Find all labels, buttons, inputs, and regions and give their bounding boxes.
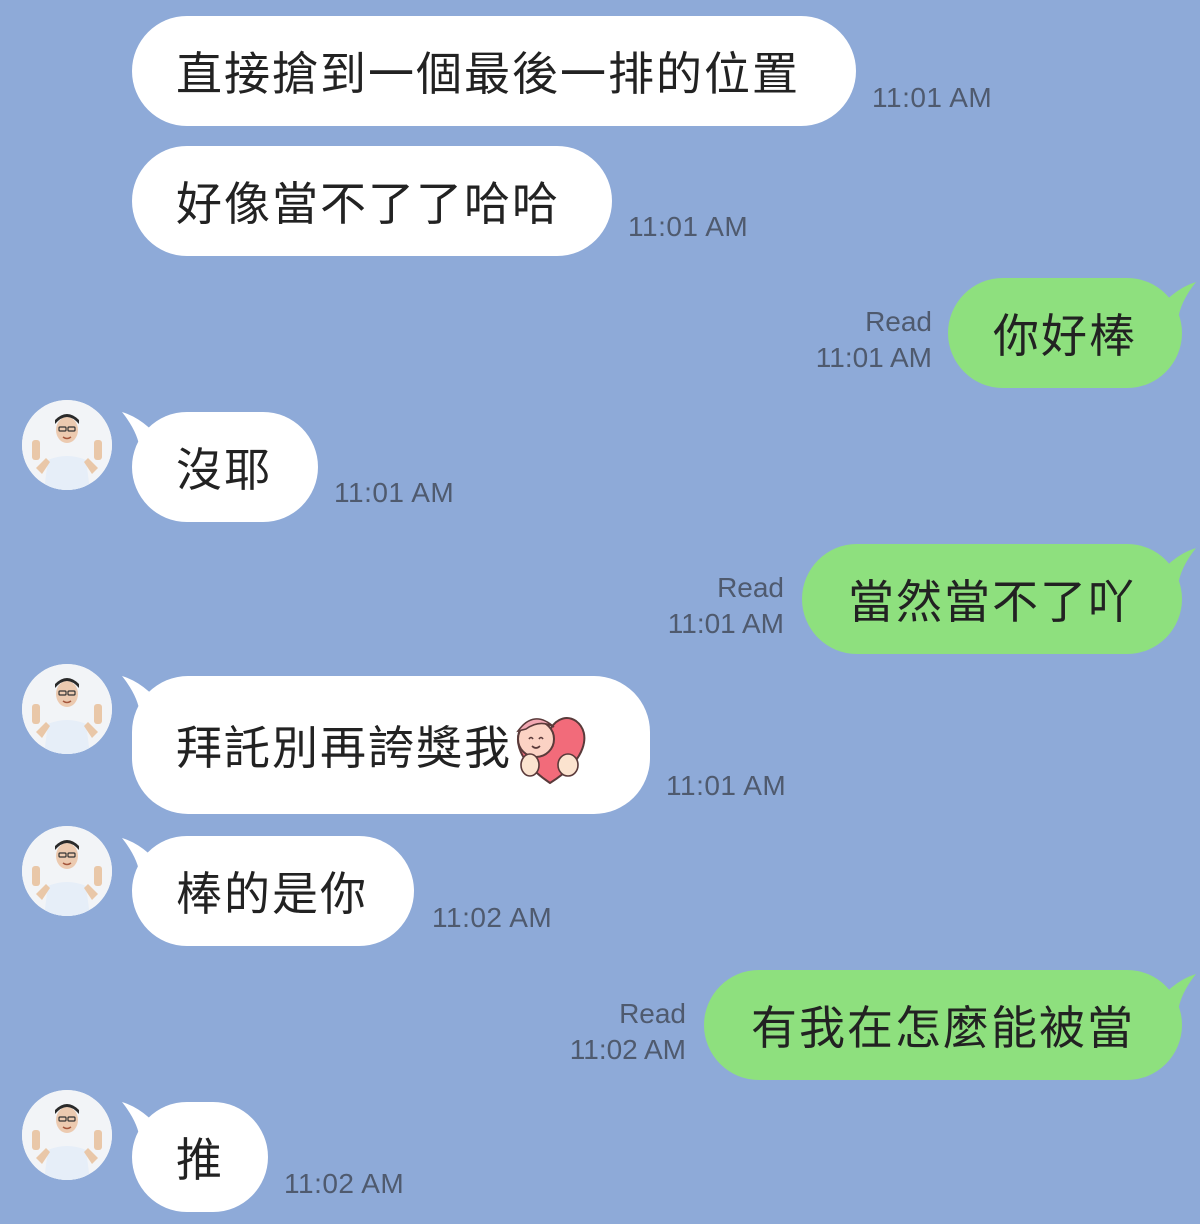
message-time: 11:01 AM xyxy=(815,342,932,373)
message-meta: Read 11:02 AM xyxy=(570,996,686,1068)
message-text: 拜託別再誇獎我 xyxy=(176,721,512,775)
message-bubble[interactable]: 好像當不了了哈哈 xyxy=(132,146,612,256)
message-time: 11:02 AM xyxy=(569,1034,686,1065)
message-bubble[interactable]: 沒耶 xyxy=(132,412,318,522)
heart-hug-sticker xyxy=(516,717,586,785)
read-status: Read xyxy=(717,572,784,603)
message-text: 推 xyxy=(176,1133,224,1187)
message-bubble[interactable]: 當然當不了吖 xyxy=(802,544,1182,654)
message-time: 11:01 AM xyxy=(667,608,784,639)
avatar[interactable] xyxy=(22,664,112,754)
message-time: 11:01 AM xyxy=(872,82,993,113)
message-text: 有我在怎麼能被當 xyxy=(751,1001,1135,1055)
message-meta: Read 11:01 AM xyxy=(816,304,932,376)
message-time: 11:01 AM xyxy=(666,770,787,801)
message-time: 11:02 AM xyxy=(284,1168,405,1199)
avatar[interactable] xyxy=(22,1090,112,1180)
message-time: 11:02 AM xyxy=(432,902,553,933)
message-bubble[interactable]: 推 xyxy=(132,1102,268,1212)
message-text: 沒耶 xyxy=(176,443,272,497)
message-bubble[interactable]: 拜託別再誇獎我 xyxy=(132,676,650,814)
message-bubble[interactable]: 你好棒 xyxy=(948,278,1182,388)
avatar[interactable] xyxy=(22,826,112,916)
message-text: 你好棒 xyxy=(993,309,1137,363)
message-text: 棒的是你 xyxy=(176,867,368,921)
avatar[interactable] xyxy=(22,400,112,490)
bubble-tail xyxy=(1150,974,1196,1012)
message-bubble[interactable]: 直接搶到一個最後一排的位置 xyxy=(132,16,856,126)
bubble-tail xyxy=(1150,548,1196,586)
message-meta: Read 11:01 AM xyxy=(668,570,784,642)
read-status: Read xyxy=(865,306,932,337)
message-bubble[interactable]: 有我在怎麼能被當 xyxy=(704,970,1182,1080)
message-text: 好像當不了了哈哈 xyxy=(176,177,560,231)
bubble-tail xyxy=(1150,282,1196,320)
message-text: 當然當不了吖 xyxy=(848,575,1136,629)
message-time: 11:01 AM xyxy=(334,477,455,508)
read-status: Read xyxy=(619,998,686,1029)
message-text: 直接搶到一個最後一排的位置 xyxy=(176,47,800,101)
message-time: 11:01 AM xyxy=(628,211,749,242)
message-bubble[interactable]: 棒的是你 xyxy=(132,836,414,946)
